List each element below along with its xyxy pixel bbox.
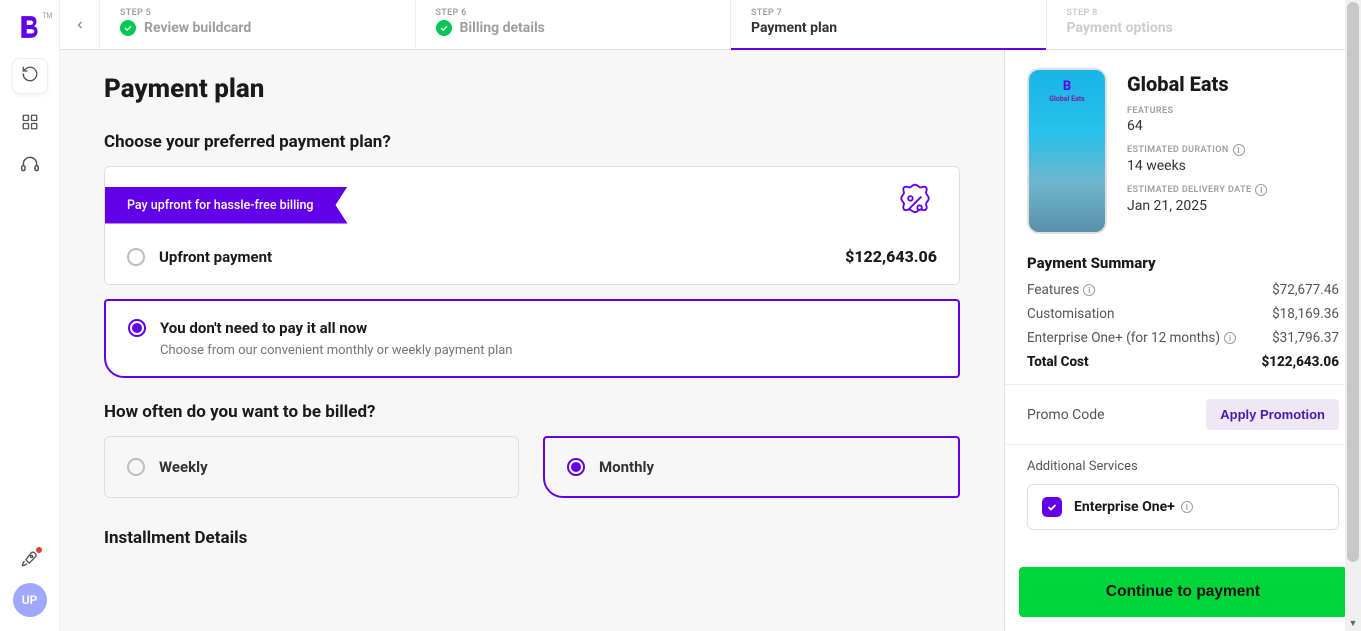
info-icon[interactable]: i <box>1224 332 1236 344</box>
tm-label: TM <box>42 12 52 20</box>
step-5[interactable]: STEP 5 Review buildcard <box>100 0 416 49</box>
discount-icon <box>893 181 937 229</box>
payment-summary-heading: Payment Summary <box>1027 254 1339 272</box>
scroll-down-icon[interactable]: ▼ <box>1345 615 1361 631</box>
apps-icon[interactable] <box>20 112 40 132</box>
scrollbar-thumb[interactable] <box>1347 2 1359 562</box>
product-preview: B Global Eats <box>1027 68 1107 234</box>
step-6[interactable]: STEP 6 Billing details <box>416 0 732 49</box>
duration-value: 14 weeks <box>1127 158 1267 174</box>
summary-row: Featuresi $72,677.46 <box>1027 282 1339 298</box>
radio-icon <box>567 458 585 476</box>
brand-logo[interactable]: TM <box>17 14 43 40</box>
delivery-date: Jan 21, 2025 <box>1127 198 1267 214</box>
divider <box>1005 384 1361 385</box>
page-title: Payment plan <box>104 74 960 104</box>
monthly-option[interactable]: Monthly <box>543 436 960 498</box>
user-avatar[interactable]: UP <box>13 583 47 617</box>
scrollbar[interactable]: ▲ ▼ <box>1345 0 1361 631</box>
headset-icon[interactable] <box>20 154 40 174</box>
upfront-price: $122,643.06 <box>845 247 937 266</box>
upfront-ribbon: Pay upfront for hassle-free billing <box>105 187 348 224</box>
radio-icon <box>127 248 145 266</box>
addon-enterprise-one[interactable]: Enterprise One+i <box>1027 484 1339 530</box>
info-icon[interactable]: i <box>1233 144 1245 156</box>
check-icon <box>436 20 452 36</box>
notification-badge <box>35 546 43 554</box>
summary-panel: B Global Eats Global Eats FEATURES 64 ES… <box>1004 50 1361 631</box>
radio-icon <box>128 319 146 337</box>
divider <box>1005 444 1361 445</box>
check-icon <box>120 20 136 36</box>
continue-to-payment-button[interactable]: Continue to payment <box>1019 567 1347 617</box>
step-7[interactable]: STEP 7 Payment plan <box>731 0 1047 49</box>
additional-services-label: Additional Services <box>1027 459 1339 474</box>
installment-details-heading: Installment Details <box>104 528 960 548</box>
features-count: 64 <box>1127 118 1267 134</box>
main-content: Payment plan Choose your preferred payme… <box>60 50 1004 631</box>
installment-card[interactable]: You don't need to pay it all now Choose … <box>104 299 960 378</box>
promo-code-label: Promo Code <box>1027 407 1105 423</box>
product-name: Global Eats <box>1127 72 1267 96</box>
billing-frequency-label: How often do you want to be billed? <box>104 402 960 422</box>
undo-button[interactable] <box>12 58 48 94</box>
summary-row: Customisation $18,169.36 <box>1027 306 1339 322</box>
apply-promotion-button[interactable]: Apply Promotion <box>1206 399 1339 430</box>
step-8: STEP 8 Payment options <box>1047 0 1361 49</box>
upfront-radio[interactable]: Upfront payment <box>127 248 272 266</box>
choose-plan-label: Choose your preferred payment plan? <box>104 132 960 152</box>
undo-icon <box>21 65 39 87</box>
info-icon[interactable]: i <box>1083 284 1095 296</box>
installment-radio[interactable]: You don't need to pay it all now Choose … <box>128 319 936 358</box>
summary-row: Enterprise One+ (for 12 months)i $31,796… <box>1027 330 1339 346</box>
rocket-icon[interactable] <box>20 549 40 569</box>
radio-icon <box>127 458 145 476</box>
summary-total: Total Cost $122,643.06 <box>1027 354 1339 370</box>
left-rail: TM UP <box>0 0 60 631</box>
phone-logo-icon: B <box>1029 80 1105 93</box>
info-icon[interactable]: i <box>1255 184 1267 196</box>
weekly-option[interactable]: Weekly <box>104 436 519 498</box>
info-icon[interactable]: i <box>1181 501 1193 513</box>
upfront-card[interactable]: Pay upfront for hassle-free billing Upfr… <box>104 166 960 285</box>
stepper: STEP 5 Review buildcard STEP 6 Billing d… <box>60 0 1361 50</box>
step-back-button[interactable] <box>60 0 100 49</box>
checkbox-checked-icon[interactable] <box>1042 497 1062 517</box>
